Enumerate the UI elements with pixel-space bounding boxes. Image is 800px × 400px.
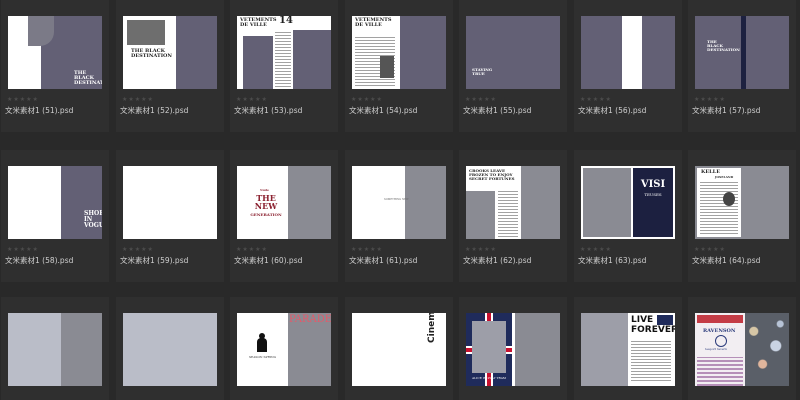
file-thumbnail[interactable]: THE BLACK DESTINATION xyxy=(695,16,789,89)
thumb-headline: LIVE xyxy=(631,315,654,325)
thumb-subhead: TEUSES xyxy=(644,192,662,197)
file-name[interactable]: 文米素材1 (56).psd xyxy=(578,105,646,116)
rating-stars[interactable]: ★★★★★ xyxy=(694,96,726,103)
rating-stars[interactable]: ★★★★★ xyxy=(694,246,726,253)
thumb-headline: SHOES IN VOGUE xyxy=(84,210,102,229)
file-tile[interactable]: SHOES IN VOGUE ★★★★★ 文米素材1 (58).psd xyxy=(1,150,109,282)
file-tile[interactable]: CROOKS LEAVE FROZEN TO ENJOY SECRET FORT… xyxy=(459,150,567,282)
rating-stars[interactable]: ★★★★★ xyxy=(236,246,268,253)
file-tile[interactable]: ALICE IN PLAY TRAM xyxy=(459,297,567,400)
file-thumbnail[interactable]: RAVENSON teaport tavern xyxy=(695,313,789,386)
rating-stars[interactable]: ★★★★★ xyxy=(236,96,268,103)
file-tile[interactable]: VETEMENTS DE VILLE 14 ★★★★★ 文米素材1 (53).p… xyxy=(230,0,338,132)
file-tile[interactable]: LIVE FOREVER xyxy=(574,297,682,400)
rating-stars[interactable]: ★★★★★ xyxy=(351,246,383,253)
rating-stars[interactable]: ★★★★★ xyxy=(465,246,497,253)
file-thumbnail[interactable]: Nude THE NEW GENERATION xyxy=(237,166,331,239)
file-thumbnail[interactable] xyxy=(581,16,675,89)
file-name[interactable]: 文米素材1 (51).psd xyxy=(5,105,73,116)
thumb-headline: SOMETHING NEW xyxy=(384,198,409,201)
rating-stars[interactable]: ★★★★★ xyxy=(465,96,497,103)
rating-stars[interactable]: ★★★★★ xyxy=(7,96,39,103)
file-thumbnail[interactable]: THE BLACK DESTINATION xyxy=(8,16,102,89)
thumb-subhead: JOSELAND xyxy=(715,175,734,179)
thumb-headline: STAYING TRUE xyxy=(472,67,493,76)
file-name[interactable]: 文米素材1 (58).psd xyxy=(5,255,73,266)
rating-stars[interactable]: ★★★★★ xyxy=(7,246,39,253)
file-thumbnail[interactable] xyxy=(123,166,217,239)
file-tile[interactable]: STAYING TRUE ★★★★★ 文米素材1 (55).psd xyxy=(459,0,567,132)
file-name[interactable]: 文米素材1 (59).psd xyxy=(120,255,188,266)
file-tile[interactable] xyxy=(1,297,109,400)
file-tile[interactable]: SOMETHING NEW ★★★★★ 文米素材1 (61).psd xyxy=(345,150,453,282)
file-name[interactable]: 文米素材1 (60).psd xyxy=(234,255,302,266)
file-thumbnail[interactable]: PARADE SEASON SPRING xyxy=(237,313,331,386)
thumb-kicker: Nude xyxy=(260,188,269,192)
file-grid: THE BLACK DESTINATION ★★★★★ 文米素材1 (51).p… xyxy=(0,0,800,400)
file-tile[interactable]: RAVENSON teaport tavern xyxy=(688,297,796,400)
rating-stars[interactable]: ★★★★★ xyxy=(122,246,154,253)
file-thumbnail[interactable]: CROOKS LEAVE FROZEN TO ENJOY SECRET FORT… xyxy=(466,166,560,239)
file-name[interactable]: 文米素材1 (62).psd xyxy=(463,255,531,266)
file-tile[interactable]: Cinema xyxy=(345,297,453,400)
file-thumbnail[interactable]: THE BLACK DESTINATION xyxy=(123,16,217,89)
file-thumbnail[interactable]: VETEMENTS DE VILLE 14 xyxy=(237,16,331,89)
file-thumbnail[interactable]: STAYING TRUE xyxy=(466,16,560,89)
file-tile[interactable]: THE BLACK DESTINATION ★★★★★ 文米素材1 (52).p… xyxy=(116,0,224,132)
rating-stars[interactable]: ★★★★★ xyxy=(122,96,154,103)
thumb-headline: THE BLACK DESTINATION xyxy=(131,48,172,59)
rating-stars[interactable]: ★★★★★ xyxy=(580,96,612,103)
thumb-headline: Cinema xyxy=(427,313,437,343)
file-thumbnail[interactable]: SHOES IN VOGUE xyxy=(8,166,102,239)
thumb-headline: RAVENSON xyxy=(703,328,736,334)
thumb-caption: ALICE IN PLAY TRAM xyxy=(471,376,507,380)
thumb-page-number: 14 xyxy=(279,16,293,26)
thumb-subhead: FOREVER xyxy=(631,325,675,335)
thumb-subhead: teaport tavern xyxy=(705,347,727,351)
file-tile[interactable]: PARADE SEASON SPRING xyxy=(230,297,338,400)
file-thumbnail[interactable]: KELLE JOSELAND xyxy=(695,166,789,239)
file-tile[interactable]: ★★★★★ 文米素材1 (56).psd xyxy=(574,0,682,132)
thumb-headline: VETEMENTS DE VILLE xyxy=(355,17,392,28)
file-name[interactable]: 文米素材1 (64).psd xyxy=(692,255,760,266)
thumb-headline: CROOKS LEAVE FROZEN TO ENJOY SECRET FORT… xyxy=(469,168,515,181)
file-thumbnail[interactable] xyxy=(8,313,102,386)
file-thumbnail[interactable]: ALICE IN PLAY TRAM xyxy=(466,313,560,386)
file-tile[interactable]: VISI TEUSES ★★★★★ 文米素材1 (63).psd xyxy=(574,150,682,282)
file-thumbnail[interactable] xyxy=(123,313,217,386)
thumb-headline: VETEMENTS DE VILLE xyxy=(240,17,277,28)
thumb-subhead: SEASON SPRING xyxy=(249,355,277,359)
file-thumbnail[interactable]: SOMETHING NEW xyxy=(352,166,446,239)
file-name[interactable]: 文米素材1 (63).psd xyxy=(578,255,646,266)
rating-stars[interactable]: ★★★★★ xyxy=(580,246,612,253)
file-name[interactable]: 文米素材1 (52).psd xyxy=(120,105,188,116)
file-thumbnail[interactable]: Cinema xyxy=(352,313,446,386)
thumb-headline: PARADE xyxy=(289,314,331,325)
file-name[interactable]: 文米素材1 (57).psd xyxy=(692,105,760,116)
thumb-headline: THE BLACK DESTINATION xyxy=(707,39,740,52)
file-name[interactable]: 文米素材1 (53).psd xyxy=(234,105,302,116)
file-name[interactable]: 文米素材1 (61).psd xyxy=(349,255,417,266)
rating-stars[interactable]: ★★★★★ xyxy=(351,96,383,103)
file-tile[interactable]: Nude THE NEW GENERATION ★★★★★ 文米素材1 (60)… xyxy=(230,150,338,282)
thumb-headline: VISI xyxy=(640,179,666,190)
file-tile[interactable]: THE BLACK DESTINATION ★★★★★ 文米素材1 (51).p… xyxy=(1,0,109,132)
thumb-subhead: GENERATION xyxy=(250,212,282,217)
file-thumbnail[interactable]: VISI TEUSES xyxy=(581,166,675,239)
file-tile[interactable]: ★★★★★ 文米素材1 (59).psd xyxy=(116,150,224,282)
file-tile[interactable]: VETEMENTS DE VILLE ★★★★★ 文米素材1 (54).psd xyxy=(345,0,453,132)
file-tile[interactable]: KELLE JOSELAND ★★★★★ 文米素材1 (64).psd xyxy=(688,150,796,282)
file-name[interactable]: 文米素材1 (54).psd xyxy=(349,105,417,116)
thumb-headline: THE BLACK DESTINATION xyxy=(74,70,102,86)
file-tile[interactable]: THE BLACK DESTINATION ★★★★★ 文米素材1 (57).p… xyxy=(688,0,796,132)
file-thumbnail[interactable]: VETEMENTS DE VILLE xyxy=(352,16,446,89)
file-name[interactable]: 文米素材1 (55).psd xyxy=(463,105,531,116)
thumb-headline: THE NEW xyxy=(254,193,278,211)
file-tile[interactable] xyxy=(116,297,224,400)
file-thumbnail[interactable]: LIVE FOREVER xyxy=(581,313,675,386)
